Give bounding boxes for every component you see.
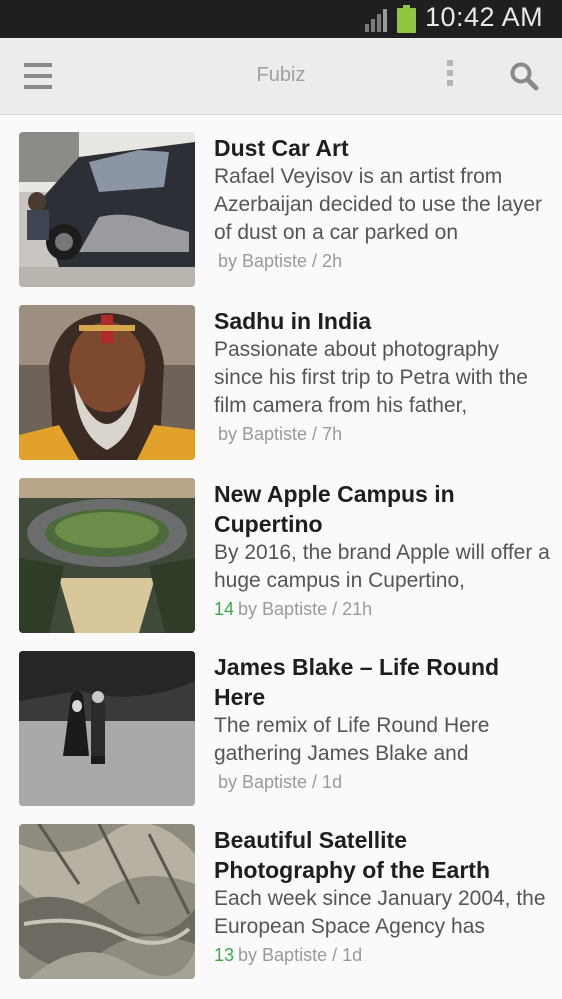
article-meta: by Baptiste / 1d: [214, 769, 550, 795]
article-meta: by Baptiste / 7h: [214, 421, 550, 447]
list-item[interactable]: Dust Car Art Rafael Veyisov is an artist…: [0, 114, 562, 287]
author-time: by Baptiste / 1d: [218, 772, 343, 792]
author-time: by Baptiste / 2h: [218, 251, 343, 271]
article-title: James Blake – Life Round Here: [214, 654, 500, 710]
article-excerpt: Passionate about photography since his f…: [214, 338, 528, 417]
article-meta: by Baptiste / 2h: [214, 248, 550, 274]
author-time: by Baptiste / 1d: [238, 945, 363, 965]
overflow-menu-icon[interactable]: [444, 60, 456, 92]
battery-icon: [397, 5, 416, 33]
article-title: New Apple Campus in Cupertino: [214, 481, 455, 537]
list-item[interactable]: Beautiful Satellite Photography of the E…: [0, 806, 562, 979]
clock: 10:42 AM: [425, 2, 544, 32]
article-excerpt: By 2016, the brand Apple will offer a hu…: [214, 541, 550, 592]
app-title: Fubiz: [256, 64, 306, 86]
signal-icon: [365, 9, 387, 32]
article-meta: 14 by Baptiste / 21h: [214, 596, 550, 622]
article-excerpt: Rafael Veyisov is an artist from Azerbai…: [214, 165, 543, 244]
article-title: Beautiful Satellite Photography of the E…: [214, 827, 490, 883]
article-excerpt: The remix of Life Round Here gathering J…: [214, 714, 490, 765]
article-title: Dust Car Art: [214, 135, 349, 161]
article-excerpt: Each week since January 2004, the Europe…: [214, 887, 546, 938]
list-item[interactable]: Sadhu in India Passionate about photogra…: [0, 287, 562, 460]
article-title: Sadhu in India: [214, 308, 372, 334]
article-thumbnail: [19, 478, 195, 633]
author-time: by Baptiste / 7h: [218, 424, 343, 444]
article-thumbnail: [19, 132, 195, 287]
search-icon[interactable]: [509, 61, 539, 91]
action-bar: Fubiz: [0, 38, 562, 115]
comment-count: 13: [214, 945, 235, 965]
status-bar: 10:42 AM: [0, 0, 562, 38]
article-thumbnail: [19, 824, 195, 979]
author-time: by Baptiste / 21h: [238, 599, 373, 619]
article-thumbnail: [19, 651, 195, 806]
article-meta: 13 by Baptiste / 1d: [214, 942, 550, 968]
comment-count: 14: [214, 599, 235, 619]
article-thumbnail: [19, 305, 195, 460]
list-item[interactable]: James Blake – Life Round Here The remix …: [0, 633, 562, 806]
list-item[interactable]: New Apple Campus in Cupertino By 2016, t…: [0, 460, 562, 633]
